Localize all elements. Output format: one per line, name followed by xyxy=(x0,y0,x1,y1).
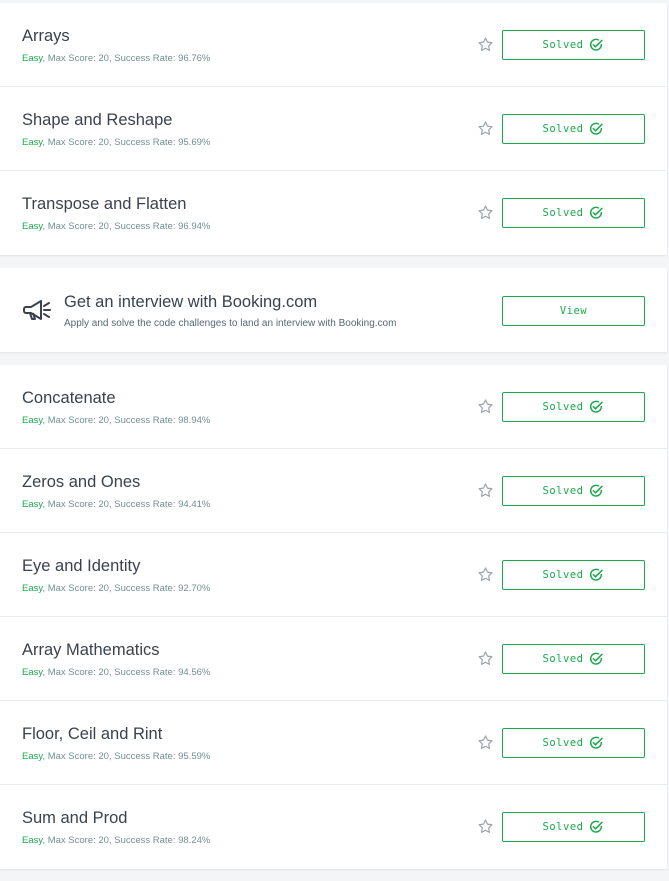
challenge-stats: , Max Score: 20, Success Rate: 94.56% xyxy=(42,667,211,678)
star-icon[interactable] xyxy=(477,204,494,221)
challenge-title[interactable]: Concatenate xyxy=(22,389,116,408)
difficulty-label: Easy xyxy=(22,221,43,232)
difficulty-label: Easy xyxy=(22,415,43,426)
difficulty-label: Easy xyxy=(22,667,43,678)
solved-button[interactable]: Solved xyxy=(502,728,645,758)
solved-button-label: Solved xyxy=(542,39,584,51)
check-circle-icon xyxy=(590,484,604,497)
challenge-stats: , Max Score: 20, Success Rate: 95.69% xyxy=(42,137,211,148)
solved-button-label: Solved xyxy=(542,737,584,749)
challenge-meta: Easy, Max Score: 20, Success Rate: 94.56… xyxy=(22,667,210,678)
check-circle-icon xyxy=(590,38,604,51)
promo-card: Get an interview with Booking.com Apply … xyxy=(0,268,667,352)
challenge-title[interactable]: Arrays xyxy=(22,27,70,46)
star-icon[interactable] xyxy=(477,734,494,751)
challenge-stats: , Max Score: 20, Success Rate: 96.94% xyxy=(42,221,211,232)
challenge-row[interactable]: Floor, Ceil and Rint Easy, Max Score: 20… xyxy=(0,701,667,785)
megaphone-icon xyxy=(23,300,51,320)
challenge-row[interactable]: Eye and Identity Easy, Max Score: 20, Su… xyxy=(0,533,667,617)
challenge-meta: Easy, Max Score: 20, Success Rate: 98.24… xyxy=(22,835,210,846)
star-icon[interactable] xyxy=(477,566,494,583)
star-icon[interactable] xyxy=(477,482,494,499)
solved-button[interactable]: Solved xyxy=(502,198,645,228)
check-circle-icon xyxy=(590,736,604,749)
challenge-title[interactable]: Array Mathematics xyxy=(22,641,160,660)
challenge-stats: , Max Score: 20, Success Rate: 98.24% xyxy=(42,835,211,846)
challenge-meta: Easy, Max Score: 20, Success Rate: 95.69… xyxy=(22,137,210,148)
star-icon[interactable] xyxy=(477,650,494,667)
solved-button-label: Solved xyxy=(542,569,584,581)
solved-button-label: Solved xyxy=(542,821,584,833)
difficulty-label: Easy xyxy=(22,835,43,846)
challenge-stats: , Max Score: 20, Success Rate: 94.41% xyxy=(42,499,211,510)
promo-title: Get an interview with Booking.com xyxy=(64,293,318,311)
challenge-title[interactable]: Floor, Ceil and Rint xyxy=(22,725,162,744)
solved-button-label: Solved xyxy=(542,485,584,497)
challenge-meta: Easy, Max Score: 20, Success Rate: 98.94… xyxy=(22,415,210,426)
star-icon[interactable] xyxy=(477,36,494,53)
solved-button-label: Solved xyxy=(542,401,584,413)
challenge-row[interactable]: Arrays Easy, Max Score: 20, Success Rate… xyxy=(0,3,667,87)
solved-button-label: Solved xyxy=(542,207,584,219)
challenge-row[interactable]: Sum and Prod Easy, Max Score: 20, Succes… xyxy=(0,785,667,869)
solved-button[interactable]: Solved xyxy=(502,30,645,60)
difficulty-label: Easy xyxy=(22,751,43,762)
star-icon[interactable] xyxy=(477,398,494,415)
challenge-stats: , Max Score: 20, Success Rate: 92.70% xyxy=(42,583,211,594)
challenge-row[interactable]: Transpose and Flatten Easy, Max Score: 2… xyxy=(0,171,667,255)
challenge-stats: , Max Score: 20, Success Rate: 98.94% xyxy=(42,415,211,426)
challenge-card-bottom: Concatenate Easy, Max Score: 20, Success… xyxy=(0,365,667,869)
challenge-stats: , Max Score: 20, Success Rate: 95.59% xyxy=(42,751,211,762)
check-circle-icon xyxy=(590,400,604,413)
challenge-list-page: Arrays Easy, Max Score: 20, Success Rate… xyxy=(0,0,669,881)
challenge-title[interactable]: Eye and Identity xyxy=(22,557,140,576)
star-icon[interactable] xyxy=(477,120,494,137)
check-circle-icon xyxy=(590,568,604,581)
challenge-row[interactable]: Zeros and Ones Easy, Max Score: 20, Succ… xyxy=(0,449,667,533)
check-circle-icon xyxy=(590,206,604,219)
challenge-row[interactable]: Array Mathematics Easy, Max Score: 20, S… xyxy=(0,617,667,701)
challenge-title[interactable]: Transpose and Flatten xyxy=(22,195,186,214)
challenge-meta: Easy, Max Score: 20, Success Rate: 94.41… xyxy=(22,499,210,510)
star-icon[interactable] xyxy=(477,818,494,835)
difficulty-label: Easy xyxy=(22,499,43,510)
solved-button[interactable]: Solved xyxy=(502,812,645,842)
challenge-title[interactable]: Sum and Prod xyxy=(22,809,127,828)
difficulty-label: Easy xyxy=(22,53,43,64)
difficulty-label: Easy xyxy=(22,137,43,148)
challenge-meta: Easy, Max Score: 20, Success Rate: 92.70… xyxy=(22,583,210,594)
challenge-meta: Easy, Max Score: 20, Success Rate: 96.76… xyxy=(22,53,210,64)
check-circle-icon xyxy=(590,652,604,665)
promo-subtitle: Apply and solve the code challenges to l… xyxy=(64,318,397,329)
challenge-row[interactable]: Concatenate Easy, Max Score: 20, Success… xyxy=(0,365,667,449)
solved-button[interactable]: Solved xyxy=(502,560,645,590)
promo-row: Get an interview with Booking.com Apply … xyxy=(0,268,667,352)
challenge-stats: , Max Score: 20, Success Rate: 96.76% xyxy=(42,53,211,64)
challenge-row[interactable]: Shape and Reshape Easy, Max Score: 20, S… xyxy=(0,87,667,171)
challenge-title[interactable]: Zeros and Ones xyxy=(22,473,140,492)
challenge-meta: Easy, Max Score: 20, Success Rate: 96.94… xyxy=(22,221,210,232)
difficulty-label: Easy xyxy=(22,583,43,594)
solved-button-label: Solved xyxy=(542,653,584,665)
solved-button[interactable]: Solved xyxy=(502,114,645,144)
solved-button[interactable]: Solved xyxy=(502,644,645,674)
view-button[interactable]: View xyxy=(502,296,645,326)
check-circle-icon xyxy=(590,122,604,135)
challenge-title[interactable]: Shape and Reshape xyxy=(22,111,172,130)
challenge-card-top: Arrays Easy, Max Score: 20, Success Rate… xyxy=(0,3,667,255)
challenge-meta: Easy, Max Score: 20, Success Rate: 95.59… xyxy=(22,751,210,762)
solved-button[interactable]: Solved xyxy=(502,476,645,506)
solved-button-label: Solved xyxy=(542,123,584,135)
solved-button[interactable]: Solved xyxy=(502,392,645,422)
check-circle-icon xyxy=(590,820,604,833)
